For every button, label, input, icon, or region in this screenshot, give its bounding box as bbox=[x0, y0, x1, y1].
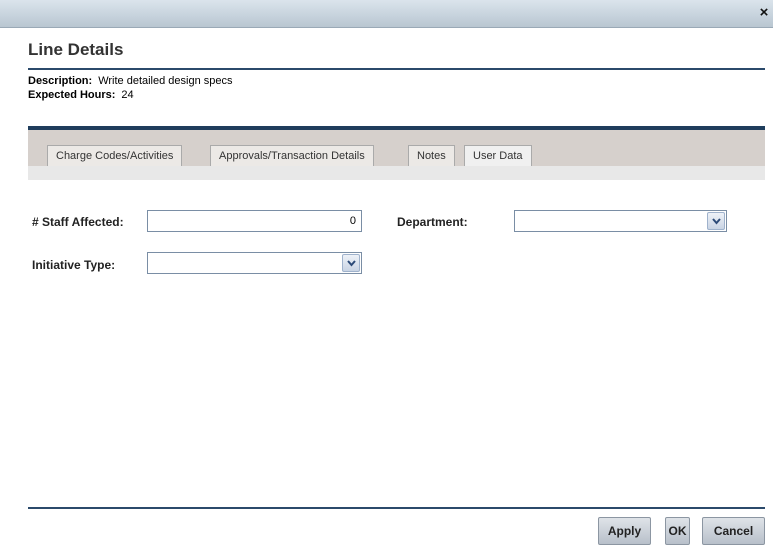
tab-content-header bbox=[28, 166, 765, 180]
staff-affected-input[interactable] bbox=[147, 210, 362, 232]
expected-hours-row: Expected Hours: 24 bbox=[28, 89, 134, 101]
cancel-button[interactable]: Cancel bbox=[702, 517, 765, 545]
tab-bar: Charge Codes/Activities Approvals/Transa… bbox=[28, 130, 765, 167]
initiative-type-select[interactable] bbox=[147, 252, 362, 274]
description-value: Write detailed design specs bbox=[98, 75, 233, 87]
window-titlebar: × bbox=[0, 0, 773, 28]
footer-divider bbox=[28, 507, 765, 509]
expected-hours-label: Expected Hours: bbox=[28, 89, 116, 101]
initiative-type-label: Initiative Type: bbox=[32, 258, 116, 272]
description-row: Description: Write detailed design specs bbox=[28, 75, 233, 87]
tab-charge-codes-activities[interactable]: Charge Codes/Activities bbox=[47, 145, 183, 166]
tab-notes[interactable]: Notes bbox=[408, 145, 455, 166]
chevron-down-icon[interactable] bbox=[707, 212, 725, 230]
ok-button[interactable]: OK bbox=[665, 517, 690, 545]
department-select[interactable] bbox=[514, 210, 727, 232]
tab-user-data[interactable]: User Data bbox=[464, 145, 532, 167]
apply-button[interactable]: Apply bbox=[598, 517, 651, 545]
department-label: Department: bbox=[397, 215, 468, 229]
close-icon[interactable]: × bbox=[757, 5, 771, 21]
page-title: Line Details bbox=[28, 40, 124, 59]
chevron-down-icon[interactable] bbox=[342, 254, 360, 272]
staff-affected-label: # Staff Affected: bbox=[32, 215, 124, 229]
tab-approvals-transaction-details[interactable]: Approvals/Transaction Details bbox=[210, 145, 374, 166]
expected-hours-value: 24 bbox=[121, 89, 134, 101]
title-divider bbox=[28, 68, 765, 70]
description-label: Description: bbox=[28, 75, 93, 87]
